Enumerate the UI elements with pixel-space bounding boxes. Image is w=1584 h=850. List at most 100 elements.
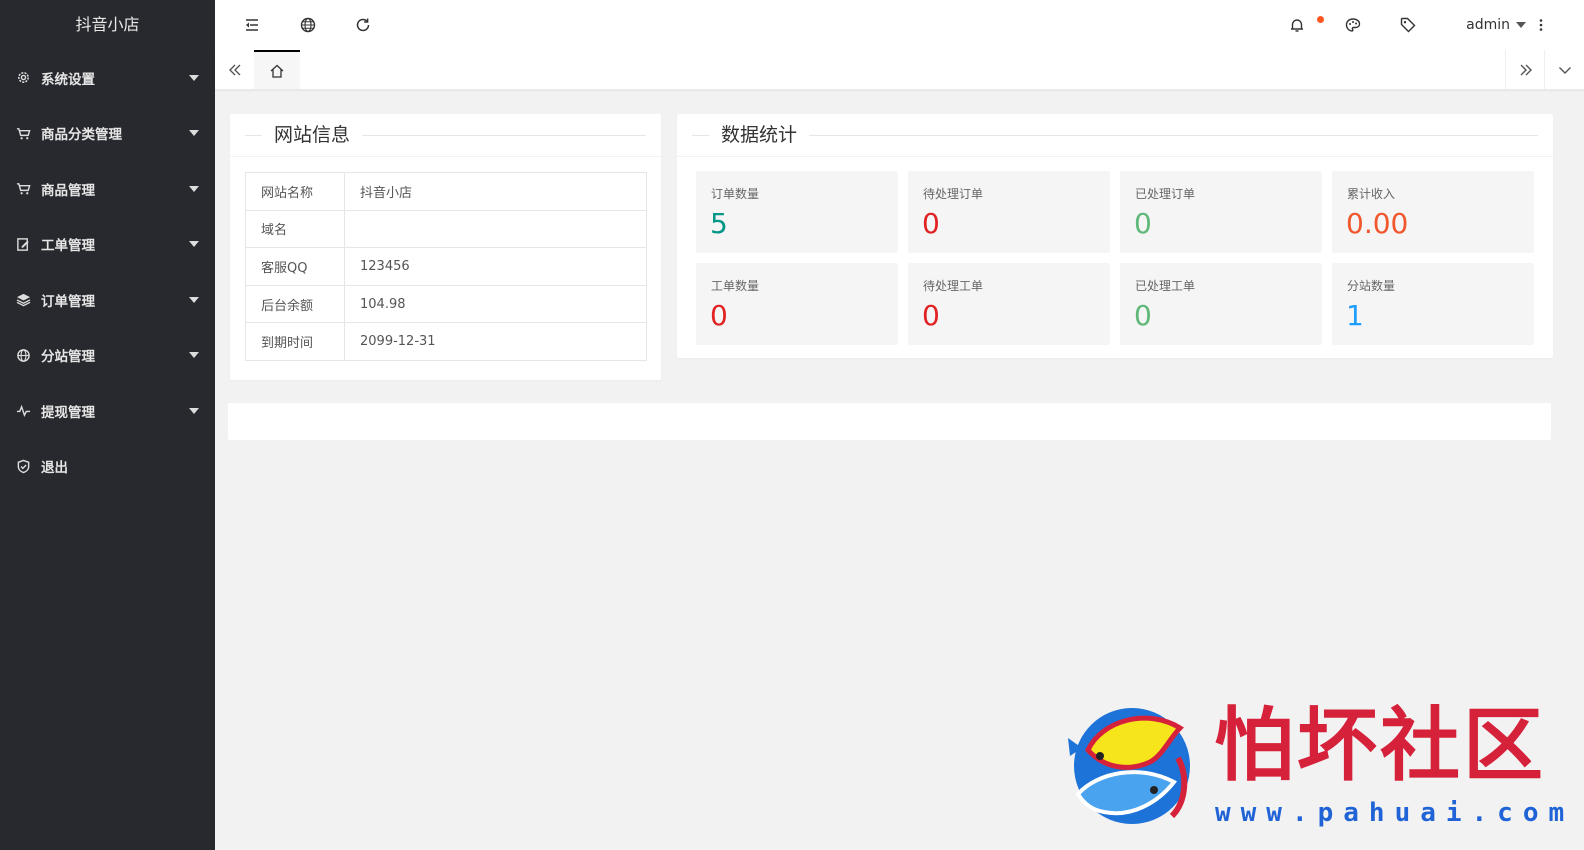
site-name-key: 网站名称	[245, 172, 345, 211]
sidebar-item-label: 提现管理	[41, 404, 95, 421]
stat-label: 待处理订单	[923, 187, 984, 201]
site-info-card: 网站信息 网站名称 抖音小店 域名 客服QQ 123456 后台余额 104.9…	[230, 114, 661, 380]
support-qq-value: 123456	[344, 247, 647, 286]
tabs-bar	[215, 50, 1584, 90]
site-name-value: 抖音小店	[344, 172, 647, 211]
stat-processed-orders[interactable]: 已处理订单 0	[1120, 171, 1322, 253]
sidebar-item-logout[interactable]: 退出	[0, 439, 215, 495]
table-row: 到期时间 2099-12-31	[245, 322, 647, 361]
support-qq-key: 客服QQ	[245, 247, 345, 286]
chevron-down-icon	[1558, 66, 1571, 74]
table-row: 网站名称 抖音小店	[245, 172, 647, 211]
sidebar-item-substation-management[interactable]: 分站管理	[0, 328, 215, 384]
stat-label: 累计收入	[1347, 187, 1396, 201]
double-chevron-left-icon	[228, 64, 240, 75]
stats-header: 数据统计	[677, 114, 1553, 157]
globe-icon[interactable]	[288, 0, 328, 50]
caret-down-icon	[189, 185, 199, 192]
table-row: 客服QQ 123456	[245, 247, 647, 286]
empty-panel	[228, 403, 1551, 440]
pulse-icon	[16, 403, 31, 418]
sidebar-item-label: 系统设置	[41, 71, 95, 88]
stats-title: 数据统计	[709, 122, 810, 148]
sidebar-item-label: 分站管理	[41, 349, 95, 366]
cart-icon	[16, 126, 31, 141]
caret-down-icon	[189, 407, 199, 414]
domain-key: 域名	[245, 209, 345, 249]
site-info-header: 网站信息	[230, 114, 661, 157]
stats-card: 数据统计 订单数量 5 待处理订单 0 已处理订单 0 累计收入 0.00 工单…	[677, 114, 1553, 358]
table-row: 域名	[245, 209, 647, 249]
stat-label: 已处理工单	[1135, 279, 1196, 293]
tag-icon[interactable]	[1388, 0, 1428, 50]
sidebar-item-category-management[interactable]: 商品分类管理	[0, 106, 215, 162]
expiry-key: 到期时间	[245, 322, 345, 361]
double-chevron-right-icon	[1520, 64, 1532, 75]
username: admin	[1466, 17, 1510, 33]
sidebar-item-withdraw-management[interactable]: 提现管理	[0, 383, 215, 439]
caret-down-icon	[189, 130, 199, 137]
stat-label: 订单数量	[711, 187, 760, 201]
stat-pending-orders[interactable]: 待处理订单 0	[908, 171, 1110, 253]
sidebar-item-label: 工单管理	[41, 238, 95, 255]
stat-value: 0	[1134, 207, 1152, 240]
caret-down-icon	[189, 296, 199, 303]
stat-value: 0	[922, 207, 940, 240]
stat-value: 1	[1346, 299, 1364, 332]
gear-icon	[16, 70, 31, 85]
sidebar: 抖音小店 系统设置 商品分类管理 商品管理 工单管理 订单管理 分站管理 提现管…	[0, 0, 215, 850]
caret-down-icon	[189, 352, 199, 359]
sidebar-item-label: 商品分类管理	[41, 127, 122, 144]
stat-ticket-count[interactable]: 工单数量 0	[696, 263, 898, 345]
site-info-title: 网站信息	[262, 122, 363, 148]
balance-value: 104.98	[344, 284, 647, 324]
tab-home[interactable]	[254, 50, 300, 89]
top-header: admin	[215, 0, 1584, 51]
cart-icon	[16, 181, 31, 196]
stat-value: 0	[922, 299, 940, 332]
user-menu[interactable]: admin	[1466, 0, 1526, 50]
shield-check-icon	[16, 459, 31, 474]
more-vertical-icon[interactable]	[1521, 0, 1561, 50]
menu-fold-icon[interactable]	[232, 0, 272, 50]
globe-icon	[16, 348, 31, 363]
watermark-fish-logo	[1068, 708, 1190, 824]
sidebar-item-system-settings[interactable]: 系统设置	[0, 50, 215, 106]
refresh-icon[interactable]	[343, 0, 383, 50]
expiry-value: 2099-12-31	[344, 322, 647, 361]
sidebar-item-label: 商品管理	[41, 182, 95, 199]
tabs-scroll-right-button[interactable]	[1505, 50, 1545, 89]
stat-substation-count[interactable]: 分站数量 1	[1332, 263, 1534, 345]
edit-doc-icon	[16, 237, 31, 252]
stat-total-income[interactable]: 累计收入 0.00	[1332, 171, 1534, 253]
stat-label: 已处理订单	[1135, 187, 1196, 201]
sidebar-item-label: 退出	[41, 460, 68, 477]
stat-label: 分站数量	[1347, 279, 1396, 293]
tabs-scroll-left-button[interactable]	[215, 50, 255, 89]
caret-down-icon	[189, 74, 199, 81]
home-icon	[270, 64, 284, 78]
domain-value	[344, 209, 647, 249]
balance-key: 后台余额	[245, 284, 345, 324]
sidebar-item-product-management[interactable]: 商品管理	[0, 161, 215, 217]
stat-value: 0	[1134, 299, 1152, 332]
site-info-table: 网站名称 抖音小店 域名 客服QQ 123456 后台余额 104.98 到期时…	[245, 172, 647, 361]
stat-value: 0.00	[1346, 207, 1409, 240]
sidebar-item-order-management[interactable]: 订单管理	[0, 272, 215, 328]
stat-label: 待处理工单	[923, 279, 984, 293]
stat-pending-tickets[interactable]: 待处理工单 0	[908, 263, 1110, 345]
bell-icon[interactable]	[1277, 0, 1317, 50]
stat-processed-tickets[interactable]: 已处理工单 0	[1120, 263, 1322, 345]
tabs-menu-button[interactable]	[1544, 50, 1584, 89]
notification-dot	[1317, 16, 1324, 23]
stat-value: 5	[710, 207, 728, 240]
caret-down-icon	[189, 241, 199, 248]
stat-order-count[interactable]: 订单数量 5	[696, 171, 898, 253]
table-row: 后台余额 104.98	[245, 284, 647, 324]
theme-palette-icon[interactable]	[1333, 0, 1373, 50]
stat-value: 0	[710, 299, 728, 332]
sidebar-item-ticket-management[interactable]: 工单管理	[0, 217, 215, 273]
watermark-text: 怕坏社区	[1214, 698, 1546, 792]
layers-icon	[16, 292, 31, 307]
app-logo[interactable]: 抖音小店	[0, 0, 215, 50]
